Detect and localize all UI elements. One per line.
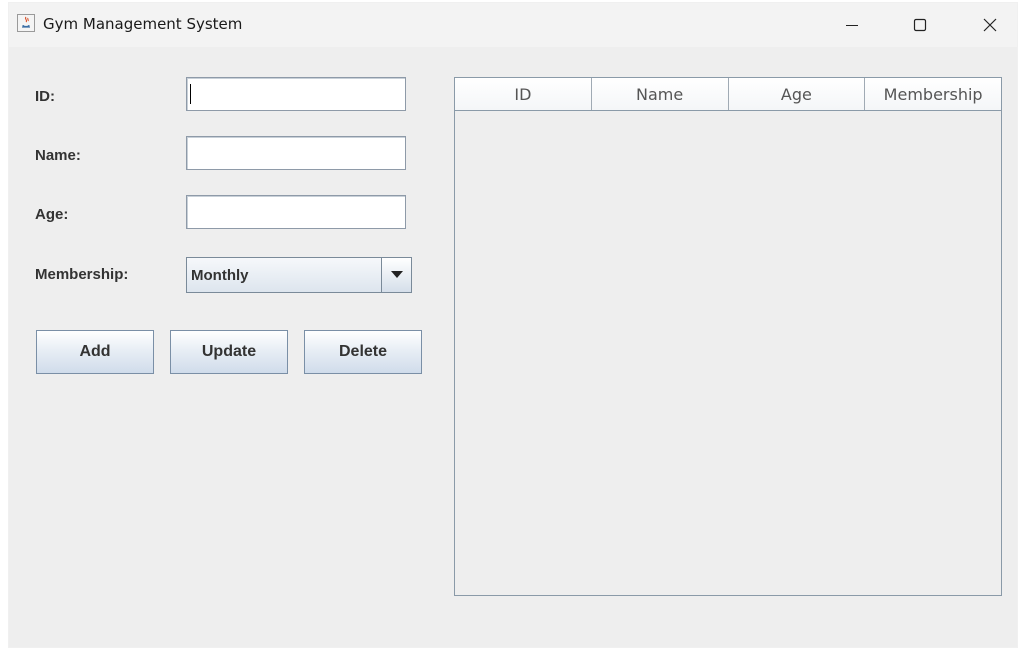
chevron-down-icon	[390, 271, 403, 278]
table-header: ID Name Age Membership	[455, 78, 1001, 111]
id-label: ID:	[35, 88, 55, 105]
minimize-button[interactable]	[829, 3, 875, 47]
name-field[interactable]	[186, 136, 406, 170]
name-label: Name:	[35, 147, 81, 164]
add-button[interactable]: Add	[36, 330, 154, 374]
age-label: Age:	[35, 206, 69, 223]
membership-label: Membership:	[35, 266, 129, 283]
delete-button[interactable]: Delete	[304, 330, 422, 374]
maximize-icon	[913, 18, 927, 32]
app-window: Gym Management System ID: Name: Age: Mem…	[8, 2, 1018, 648]
column-header-name[interactable]: Name	[591, 78, 729, 110]
maximize-button[interactable]	[897, 3, 943, 47]
column-header-membership[interactable]: Membership	[865, 78, 1001, 110]
table-body[interactable]	[455, 111, 1001, 596]
text-caret	[190, 84, 191, 104]
age-field[interactable]	[186, 195, 406, 229]
window-title: Gym Management System	[43, 15, 243, 33]
membership-selected-value: Monthly	[191, 267, 249, 284]
membership-dropdown[interactable]: Monthly	[186, 257, 412, 293]
column-header-age[interactable]: Age	[728, 78, 866, 110]
java-app-icon	[17, 14, 35, 32]
title-bar: Gym Management System	[9, 3, 1017, 47]
members-table[interactable]: ID Name Age Membership	[454, 77, 1002, 596]
minimize-icon	[846, 25, 858, 26]
update-button[interactable]: Update	[170, 330, 288, 374]
close-button[interactable]	[967, 3, 1013, 47]
id-field[interactable]	[186, 77, 406, 111]
dropdown-arrow-button[interactable]	[381, 258, 411, 292]
close-icon	[983, 18, 997, 32]
column-header-id[interactable]: ID	[455, 78, 592, 110]
